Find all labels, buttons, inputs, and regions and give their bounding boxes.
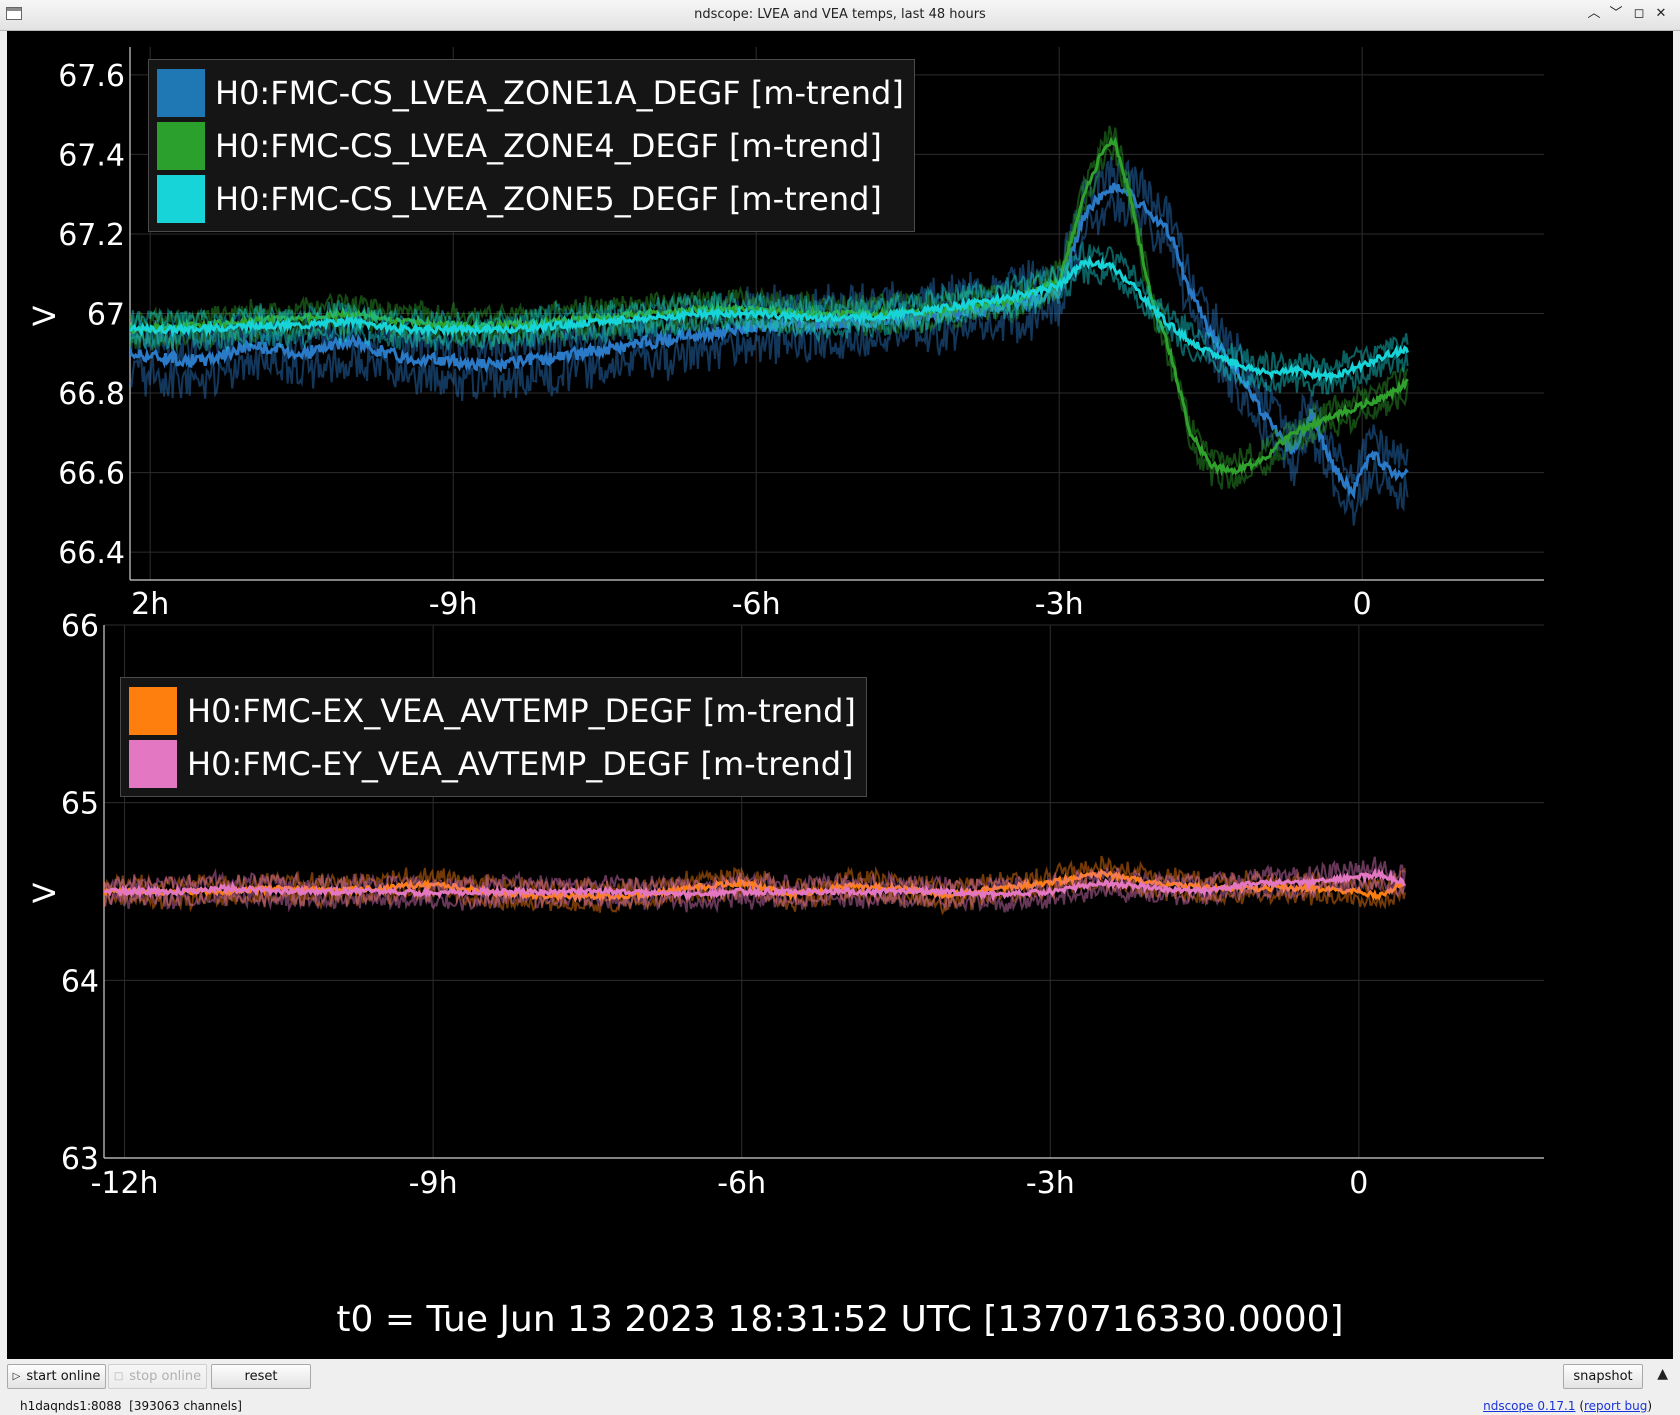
legend-swatch-zone1a — [157, 68, 205, 117]
y-tick-label: 66.8 — [58, 377, 125, 412]
x-tick-label: -9h — [429, 587, 478, 622]
maximize-icon[interactable]: ﹀ — [1606, 4, 1626, 24]
legend-entry-zone1a[interactable]: H0:FMC-CS_LVEA_ZONE1A_DEGF [m-trend] — [157, 66, 904, 119]
y-tick-label: 65 — [61, 787, 99, 822]
legend-label-ey: H0:FMC-EY_VEA_AVTEMP_DEGF [m-trend] — [187, 744, 854, 783]
x-tick-label: 0 — [1353, 587, 1372, 622]
legend-entry-ey[interactable]: H0:FMC-EY_VEA_AVTEMP_DEGF [m-trend] — [129, 737, 856, 790]
stop-online-label: stop online — [129, 1369, 202, 1384]
legend-swatch-ey — [129, 739, 177, 788]
x-tick-label: -3h — [1026, 1166, 1075, 1201]
close-icon[interactable]: ✕ — [1651, 4, 1671, 24]
y-tick-label: 67 — [87, 298, 125, 333]
legend-entry-zone4[interactable]: H0:FMC-CS_LVEA_ZONE4_DEGF [m-trend] — [157, 119, 904, 172]
report-bug-link[interactable]: report bug — [1584, 1399, 1647, 1413]
y-tick-label: 67.6 — [58, 59, 125, 94]
legend-swatch-zone5 — [157, 174, 205, 223]
channel-count: [393063 channels] — [129, 1399, 242, 1413]
x-tick-label: -6h — [732, 587, 781, 622]
snapshot-label: snapshot — [1573, 1369, 1633, 1384]
legend-entry-ex[interactable]: H0:FMC-EX_VEA_AVTEMP_DEGF [m-trend] — [129, 684, 856, 737]
legend-label-zone1a: H0:FMC-CS_LVEA_ZONE1A_DEGF [m-trend] — [215, 73, 904, 112]
x-tick-label: -9h — [409, 1166, 458, 1201]
x-tick-label: -6h — [717, 1166, 766, 1201]
version-link[interactable]: ndscope 0.17.1 — [1483, 1399, 1575, 1413]
status-server: h1daqnds1:8088 [393063 channels] — [20, 1399, 242, 1413]
reset-label: reset — [244, 1369, 278, 1384]
y-tick-label: 67.4 — [58, 138, 125, 173]
start-online-label: start online — [26, 1369, 101, 1384]
minimize-icon[interactable]: ︿ — [1584, 4, 1604, 24]
y-tick-label: 67.2 — [58, 218, 125, 253]
x-tick-label: 2h — [131, 587, 169, 622]
control-bar: ▷ start online □ stop online reset snapsho… — [0, 1359, 1680, 1415]
legend-swatch-zone4 — [157, 121, 205, 170]
t0-label: t0 = Tue Jun 13 2023 18:31:52 UTC [13707… — [336, 1299, 1344, 1340]
x-tick-label: -3h — [1035, 587, 1084, 622]
x-tick-label: 0 — [1349, 1166, 1368, 1201]
y-tick-label: 66.6 — [58, 457, 125, 492]
x-tick-label: -12h — [91, 1166, 159, 1201]
stop-icon: □ — [113, 1371, 124, 1382]
y-tick-label: 64 — [61, 964, 99, 999]
top-legend[interactable]: H0:FMC-CS_LVEA_ZONE1A_DEGF [m-trend] H0:… — [148, 59, 915, 232]
plot-area[interactable]: 66.4 66.6 66.8 67 67.2 67.4 67.6 2h -9h -6h -3h 0 V … — [7, 31, 1673, 1359]
start-online-button[interactable]: ▷ start online — [7, 1364, 106, 1389]
collapse-arrow-icon[interactable]: ▲ — [1657, 1366, 1668, 1382]
legend-entry-zone5[interactable]: H0:FMC-CS_LVEA_ZONE5_DEGF [m-trend] — [157, 172, 904, 225]
legend-swatch-ex — [129, 686, 177, 735]
server-address: h1daqnds1:8088 — [20, 1399, 122, 1413]
legend-label-ex: H0:FMC-EX_VEA_AVTEMP_DEGF [m-trend] — [187, 691, 856, 730]
y-tick-label: 66.4 — [58, 536, 125, 571]
legend-label-zone4: H0:FMC-CS_LVEA_ZONE4_DEGF [m-trend] — [215, 126, 882, 165]
y-axis-label: V — [28, 305, 63, 326]
bottom-legend[interactable]: H0:FMC-EX_VEA_AVTEMP_DEGF [m-trend] H0:F… — [120, 677, 867, 797]
y-tick-label: 66 — [61, 609, 99, 644]
legend-label-zone5: H0:FMC-CS_LVEA_ZONE5_DEGF [m-trend] — [215, 179, 882, 218]
restore-icon[interactable]: ◻ — [1629, 4, 1649, 24]
stop-online-button[interactable]: □ stop online — [108, 1364, 207, 1389]
reset-button[interactable]: reset — [211, 1364, 311, 1389]
window-title: ndscope: LVEA and VEA temps, last 48 hou… — [694, 7, 986, 22]
window-titlebar: ndscope: LVEA and VEA temps, last 48 hou… — [0, 0, 1680, 31]
status-version: ndscope 0.17.1 (report bug) — [1483, 1399, 1652, 1413]
snapshot-button[interactable]: snapshot — [1563, 1364, 1643, 1389]
y-axis-label: V — [28, 882, 63, 903]
play-icon: ▷ — [12, 1371, 21, 1382]
